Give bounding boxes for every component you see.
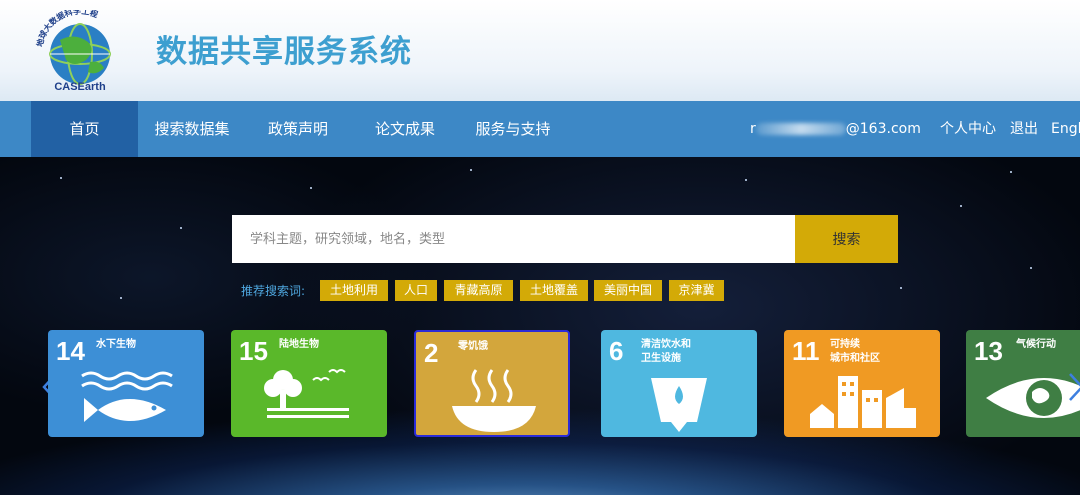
nav-search-datasets[interactable]: 搜索数据集 xyxy=(138,101,246,157)
header: 地球大数据科学工程 CASEarth 数据共享服务系统 xyxy=(0,0,1080,101)
user-email-prefix: r xyxy=(750,121,756,137)
search-input[interactable] xyxy=(232,215,795,263)
carousel-next-icon[interactable] xyxy=(1068,372,1080,402)
star xyxy=(745,179,747,181)
sdg-card-6[interactable]: 6 清洁饮水和 卫生设施 xyxy=(601,330,757,437)
tree-icon xyxy=(264,369,349,418)
nav-papers[interactable]: 论文成果 xyxy=(350,101,460,157)
recommend-tag[interactable]: 土地覆盖 xyxy=(520,280,588,301)
nav-home[interactable]: 首页 xyxy=(31,101,138,157)
nav-services[interactable]: 服务与支持 xyxy=(460,101,566,157)
star xyxy=(1030,267,1032,269)
water-glass-icon xyxy=(651,378,707,432)
star xyxy=(60,177,62,179)
logout-link[interactable]: 退出 xyxy=(1010,101,1038,157)
star xyxy=(960,205,962,207)
sdg-card-15[interactable]: 15 陆地生物 xyxy=(231,330,387,437)
star xyxy=(180,227,182,229)
hero-banner: 搜索 推荐搜索词: 土地利用 人口 青藏高原 土地覆盖 美丽中国 京津冀 14 … xyxy=(0,157,1080,495)
sdg-card-14[interactable]: 14 水下生物 xyxy=(48,330,204,437)
recommend-tag[interactable]: 京津冀 xyxy=(669,280,724,301)
recommend-label: 推荐搜索词: xyxy=(241,284,306,298)
recommend-tag[interactable]: 人口 xyxy=(395,280,437,301)
recommend-tag[interactable]: 美丽中国 xyxy=(594,280,662,301)
recommend-tag[interactable]: 青藏高原 xyxy=(444,280,513,301)
user-email-suffix: @163.com xyxy=(845,121,921,137)
sdg-card-13[interactable]: 13 气候行动 xyxy=(966,330,1080,437)
card-label: 水下生物 xyxy=(96,339,136,350)
card-label: 陆地生物 xyxy=(279,339,319,350)
site-title: 数据共享服务系统 xyxy=(156,34,412,70)
bowl-icon xyxy=(452,369,536,432)
card-label: 气候行动 xyxy=(1016,339,1056,350)
fish-icon xyxy=(81,371,173,422)
email-redaction xyxy=(755,123,846,135)
logo-casearth-text: CASEarth xyxy=(54,81,106,92)
card-label: 零饥饿 xyxy=(458,341,488,352)
city-icon xyxy=(810,376,916,428)
sdg-card-2[interactable]: 2 零饥饿 xyxy=(414,330,570,437)
main-nav: 首页 搜索数据集 政策声明 论文成果 服务与支持 r @163.com 个人中心 … xyxy=(0,101,1080,157)
sdg-card-11[interactable]: 11 可持续 城市和社区 xyxy=(784,330,940,437)
star xyxy=(120,297,122,299)
user-email[interactable]: r @163.com xyxy=(750,101,921,157)
star xyxy=(310,187,312,189)
star xyxy=(1010,171,1012,173)
star xyxy=(470,169,472,171)
star xyxy=(900,287,902,289)
search-button[interactable]: 搜索 xyxy=(795,215,898,263)
casearth-logo[interactable]: 地球大数据科学工程 CASEarth xyxy=(30,10,130,92)
nav-policy[interactable]: 政策声明 xyxy=(246,101,350,157)
recommend-tag[interactable]: 土地利用 xyxy=(320,280,388,301)
language-switch[interactable]: Engl xyxy=(1051,101,1080,157)
personal-center-link[interactable]: 个人中心 xyxy=(940,101,996,157)
eye-globe-icon xyxy=(986,378,1080,418)
